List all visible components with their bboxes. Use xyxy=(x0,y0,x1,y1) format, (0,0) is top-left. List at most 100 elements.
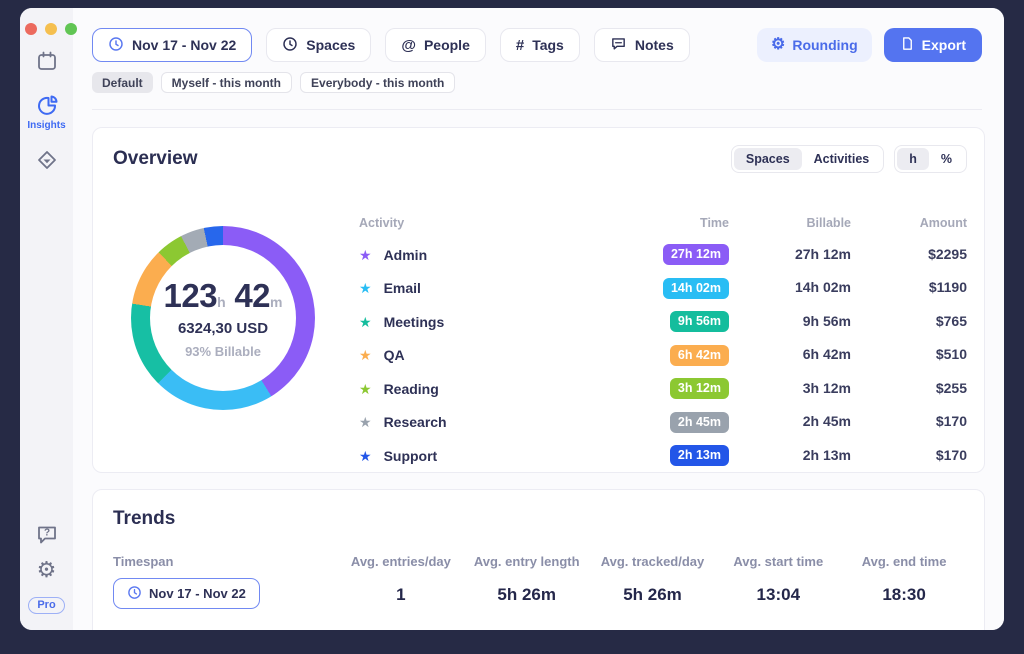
time-badge: 2h 13m xyxy=(669,445,729,467)
billable-value: 14h 02m xyxy=(794,279,851,296)
saved-filter-chips: Default Myself - this month Everybody - … xyxy=(92,72,982,93)
activity-row[interactable]: ★ Email 14h 02m 14h 02m $1190 xyxy=(359,272,967,306)
activity-name: Support xyxy=(383,447,438,464)
trends-date-range-label: Nov 17 - Nov 22 xyxy=(149,586,246,601)
billable-value: 3h 12m xyxy=(802,379,851,396)
clock-icon xyxy=(108,36,124,55)
window-controls xyxy=(25,23,77,35)
sidebar-item-calendar[interactable] xyxy=(34,48,60,74)
clock-icon xyxy=(282,36,298,55)
activity-table: Activity Time Billable Amount ★ Admin 27… xyxy=(359,212,967,473)
activity-row[interactable]: ★ Admin 27h 12m 27h 12m $2295 xyxy=(359,238,967,272)
amount-value: $765 xyxy=(935,312,967,329)
gear-icon: ⚙ xyxy=(771,36,786,53)
tags-filter-label: Tags xyxy=(532,37,564,53)
amount-value: $255 xyxy=(935,379,967,396)
people-filter-button[interactable]: @ People xyxy=(385,28,486,62)
activity-table-header: Activity Time Billable Amount xyxy=(359,212,967,234)
unit-toggle-percent[interactable]: % xyxy=(929,148,964,170)
close-window-button[interactable] xyxy=(25,23,37,35)
sidebar-item-automation[interactable] xyxy=(34,147,60,173)
amount-value: $2295 xyxy=(928,245,967,262)
billable-value: 2h 45m xyxy=(802,413,851,430)
activity-name: Admin xyxy=(383,246,428,263)
header-activity: Activity xyxy=(359,216,405,230)
stat-entries-per-day: Avg. entries/day 1 xyxy=(350,554,451,604)
notes-filter-label: Notes xyxy=(634,37,674,53)
export-label: Export xyxy=(921,37,966,53)
unit-toggle-hours[interactable]: h xyxy=(897,148,929,170)
activity-row[interactable]: ★ Research 2h 45m 2h 45m $170 xyxy=(359,406,967,440)
activity-star-icon: ★ xyxy=(359,347,372,364)
activity-row[interactable]: ★ Support 2h 13m 2h 13m $170 xyxy=(359,439,967,473)
sidebar: Insights ? ⚙ Pro xyxy=(20,8,77,630)
stat-end-time: Avg. end time 18:30 xyxy=(861,554,947,604)
pie-chart-icon xyxy=(35,93,59,117)
tags-filter-button[interactable]: # Tags xyxy=(499,28,580,62)
donut-center: 123h 42m 6324,30 USD 93% Billable xyxy=(150,245,296,391)
chip-myself-this-month[interactable]: Myself - this month xyxy=(160,72,293,93)
diamond-icon xyxy=(35,148,59,172)
view-toggle-activities[interactable]: Activities xyxy=(802,148,882,170)
activity-table-body: ★ Admin 27h 12m 27h 12m $2295 ★ Email 14… xyxy=(359,238,967,473)
stat-entry-length: Avg. entry length 5h 26m xyxy=(473,554,580,604)
unit-toggle: h % xyxy=(894,145,967,173)
spaces-filter-button[interactable]: Spaces xyxy=(266,28,372,62)
minimize-window-button[interactable] xyxy=(45,23,57,35)
header-amount: Amount xyxy=(919,216,967,230)
activity-row[interactable]: ★ Reading 3h 12m 3h 12m $255 xyxy=(359,372,967,406)
amount-value: $510 xyxy=(935,346,967,363)
export-button[interactable]: Export xyxy=(883,28,982,62)
total-time: 123h 42m xyxy=(163,277,283,314)
overview-title: Overview xyxy=(113,148,198,169)
rounding-button[interactable]: ⚙ Rounding xyxy=(757,28,872,62)
time-badge: 6h 42m xyxy=(669,344,729,366)
sidebar-item-insights[interactable] xyxy=(34,92,60,118)
svg-text:?: ? xyxy=(43,528,49,539)
pro-badge[interactable]: Pro xyxy=(28,597,65,614)
header-time: Time xyxy=(700,216,729,230)
amount-value: $170 xyxy=(935,413,967,430)
time-badge: 27h 12m xyxy=(662,244,729,266)
trends-stats-row: Timespan Nov 17 - Nov 22 Avg. entries/da… xyxy=(113,554,967,609)
clock-icon xyxy=(127,585,142,603)
time-badge: 3h 12m xyxy=(669,378,729,400)
sidebar-item-insights-label: Insights xyxy=(27,120,66,131)
activity-name: Meetings xyxy=(383,313,445,330)
date-range-button[interactable]: Nov 17 - Nov 22 xyxy=(92,28,253,62)
view-toggle-spaces[interactable]: Spaces xyxy=(733,148,802,170)
activity-row[interactable]: ★ Meetings 9h 56m 9h 56m $765 xyxy=(359,305,967,339)
notes-filter-button[interactable]: Notes xyxy=(593,28,690,62)
sidebar-item-help[interactable]: ? xyxy=(34,521,60,547)
rounding-label: Rounding xyxy=(792,37,858,53)
trends-title: Trends xyxy=(113,508,176,529)
toolbar: Nov 17 - Nov 22 Spaces @ People # Tags N… xyxy=(92,28,982,62)
help-bubble-icon: ? xyxy=(35,522,59,546)
activity-name: Reading xyxy=(383,380,439,397)
trends-date-range-button[interactable]: Nov 17 - Nov 22 xyxy=(113,578,260,609)
stat-start-time: Avg. start time 13:04 xyxy=(733,554,824,604)
activity-name: Email xyxy=(383,280,421,297)
sidebar-item-settings[interactable]: ⚙ xyxy=(34,557,60,583)
content: Overview Spaces Activities h % 123h 42m … xyxy=(73,110,1004,630)
activity-name: QA xyxy=(383,347,405,364)
calendar-icon xyxy=(35,49,59,73)
trends-card: Trends Timespan Nov 17 - Nov 22 Avg. ent… xyxy=(92,489,985,630)
billable-value: 9h 56m xyxy=(802,312,851,329)
document-icon xyxy=(900,36,915,54)
spaces-filter-label: Spaces xyxy=(306,37,356,53)
people-filter-label: People xyxy=(423,37,470,53)
stat-tracked-per-day: Avg. tracked/day 5h 26m xyxy=(600,554,705,604)
activity-star-icon: ★ xyxy=(359,313,372,330)
topbar: Nov 17 - Nov 22 Spaces @ People # Tags N… xyxy=(73,8,1004,110)
activity-name: Research xyxy=(383,414,447,431)
donut-chart-wrap: 123h 42m 6324,30 USD 93% Billable xyxy=(131,226,315,410)
activity-row[interactable]: ★ QA 6h 42m 6h 42m $510 xyxy=(359,339,967,373)
chip-everybody-this-month[interactable]: Everybody - this month xyxy=(300,72,456,93)
chip-default[interactable]: Default xyxy=(92,72,153,93)
activity-star-icon: ★ xyxy=(359,380,372,397)
view-toggle: Spaces Activities xyxy=(730,145,885,173)
zoom-window-button[interactable] xyxy=(65,23,77,35)
at-icon: @ xyxy=(401,36,416,54)
billable-value: 2h 13m xyxy=(802,446,851,463)
